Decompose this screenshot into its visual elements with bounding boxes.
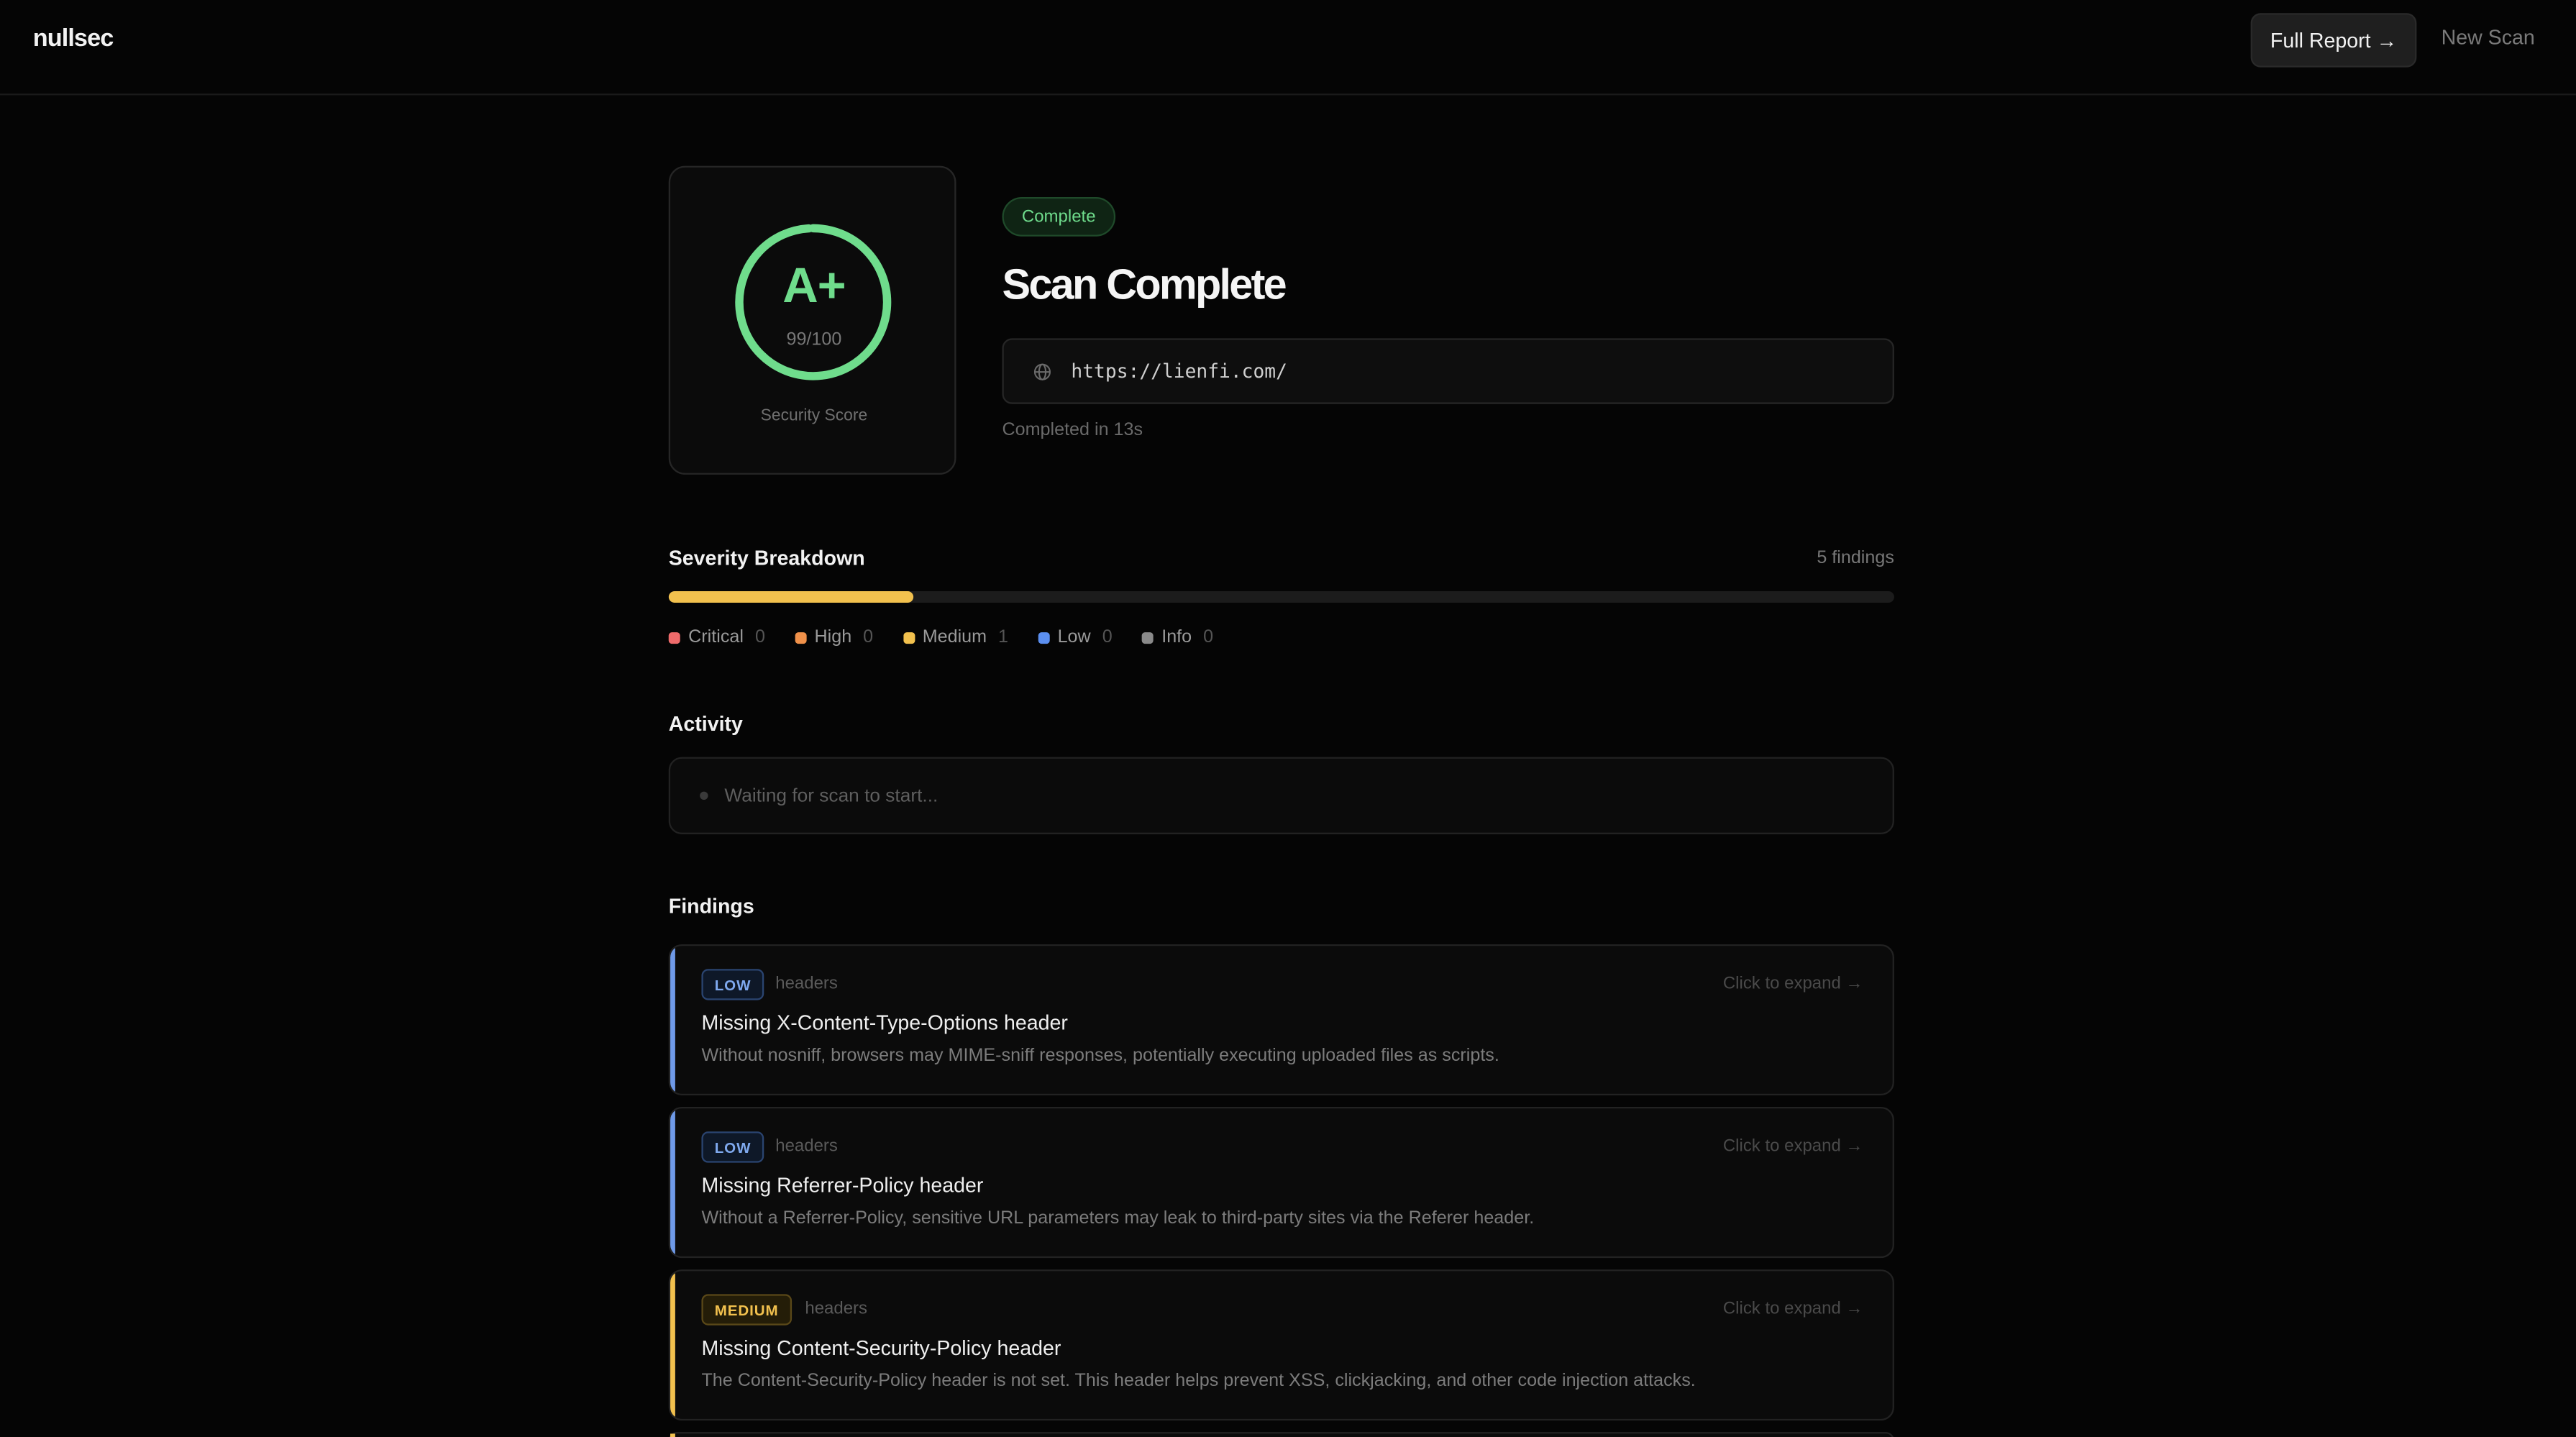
full-report-button[interactable]: Full Report → xyxy=(2250,13,2417,68)
completion-time: Completed in 13s xyxy=(1002,420,1143,440)
finding-category: headers xyxy=(805,1299,868,1319)
score-value: 99/100 xyxy=(786,329,842,350)
page: nullsec Full Report → New Scan A+ 99/100… xyxy=(0,0,2576,1437)
severity-badge: LOW xyxy=(701,1131,764,1163)
finding-category: headers xyxy=(775,974,838,994)
legend-count: 0 xyxy=(1203,627,1214,647)
legend-label: Critical xyxy=(688,627,744,647)
legend-label: High xyxy=(814,627,852,647)
score-label: Security Score xyxy=(760,407,868,426)
severity-breakdown-title: Severity Breakdown xyxy=(668,547,865,570)
severity-accent xyxy=(670,946,675,1094)
legend-count: 0 xyxy=(1102,627,1113,647)
expand-hint[interactable]: Click to expand → xyxy=(1723,1136,1863,1156)
severity-accent xyxy=(670,1271,675,1419)
finding-category: headers xyxy=(775,1136,838,1157)
severity-accent xyxy=(670,1433,675,1437)
expand-hint[interactable]: Click to expand → xyxy=(1723,1299,1863,1318)
finding-title: Missing X-Content-Type-Options header xyxy=(701,1011,1068,1035)
severity-badge: MEDIUM xyxy=(701,1294,792,1326)
finding-title: Missing Referrer-Policy header xyxy=(701,1174,984,1198)
severity-bar-fill xyxy=(668,591,914,603)
medium-dot-icon xyxy=(903,631,915,643)
low-dot-icon xyxy=(1038,631,1050,643)
legend-count: 1 xyxy=(998,627,1009,647)
finding-description: The Content-Security-Policy header is no… xyxy=(701,1371,1696,1392)
activity-message: Waiting for scan to start... xyxy=(724,785,938,806)
finding-card[interactable]: MEDIUM headers Click to expand → Missing… xyxy=(668,1269,1894,1421)
legend-count: 0 xyxy=(754,627,765,647)
severity-badge: LOW xyxy=(701,969,764,1000)
legend-label: Medium xyxy=(922,627,987,647)
new-scan-button[interactable]: New Scan xyxy=(2442,27,2535,50)
activity-title: Activity xyxy=(668,712,743,736)
info-dot-icon xyxy=(1141,631,1154,643)
legend-item-high: High 0 xyxy=(795,627,873,647)
top-nav: nullsec Full Report → New Scan xyxy=(0,0,2576,96)
severity-accent xyxy=(670,1108,675,1256)
finding-card[interactable]: LOW headers Click to expand → Missing Re… xyxy=(668,1107,1894,1259)
legend-item-info: Info 0 xyxy=(1141,627,1214,647)
legend-label: Low xyxy=(1057,627,1091,647)
finding-description: Without nosniff, browsers may MIME-sniff… xyxy=(701,1046,1499,1066)
security-score-card: A+ 99/100 Security Score xyxy=(668,165,956,475)
findings-title: Findings xyxy=(668,895,754,918)
legend-count: 0 xyxy=(863,627,874,647)
legend-item-medium: Medium 1 xyxy=(903,627,1008,647)
finding-card-partial[interactable] xyxy=(668,1432,1894,1437)
globe-icon xyxy=(1030,360,1053,383)
page-title: Scan Complete xyxy=(1002,259,1287,309)
score-grade: A+ xyxy=(782,259,846,314)
finding-title: Missing Content-Security-Policy header xyxy=(701,1336,1061,1360)
legend-item-critical: Critical 0 xyxy=(668,627,765,647)
findings-count: 5 findings xyxy=(1817,548,1894,569)
severity-legend: Critical 0 High 0 Medium 1 Low 0 Info 0 xyxy=(668,627,1214,647)
critical-dot-icon xyxy=(668,631,680,643)
legend-label: Info xyxy=(1161,627,1192,647)
finding-description: Without a Referrer-Policy, sensitive URL… xyxy=(701,1208,1535,1228)
scanned-url: https://lienfi.com/ xyxy=(1071,360,1287,383)
severity-bar xyxy=(668,591,1894,603)
scanned-url-field: https://lienfi.com/ xyxy=(1002,338,1894,404)
status-dot-icon xyxy=(700,791,708,800)
activity-log: Waiting for scan to start... xyxy=(668,757,1894,834)
expand-hint[interactable]: Click to expand → xyxy=(1723,974,1863,993)
finding-card[interactable]: LOW headers Click to expand → Missing X-… xyxy=(668,944,1894,1096)
high-dot-icon xyxy=(795,631,807,643)
legend-item-low: Low 0 xyxy=(1038,627,1113,647)
app-logo[interactable]: nullsec xyxy=(33,24,114,53)
status-badge: Complete xyxy=(1002,197,1116,237)
